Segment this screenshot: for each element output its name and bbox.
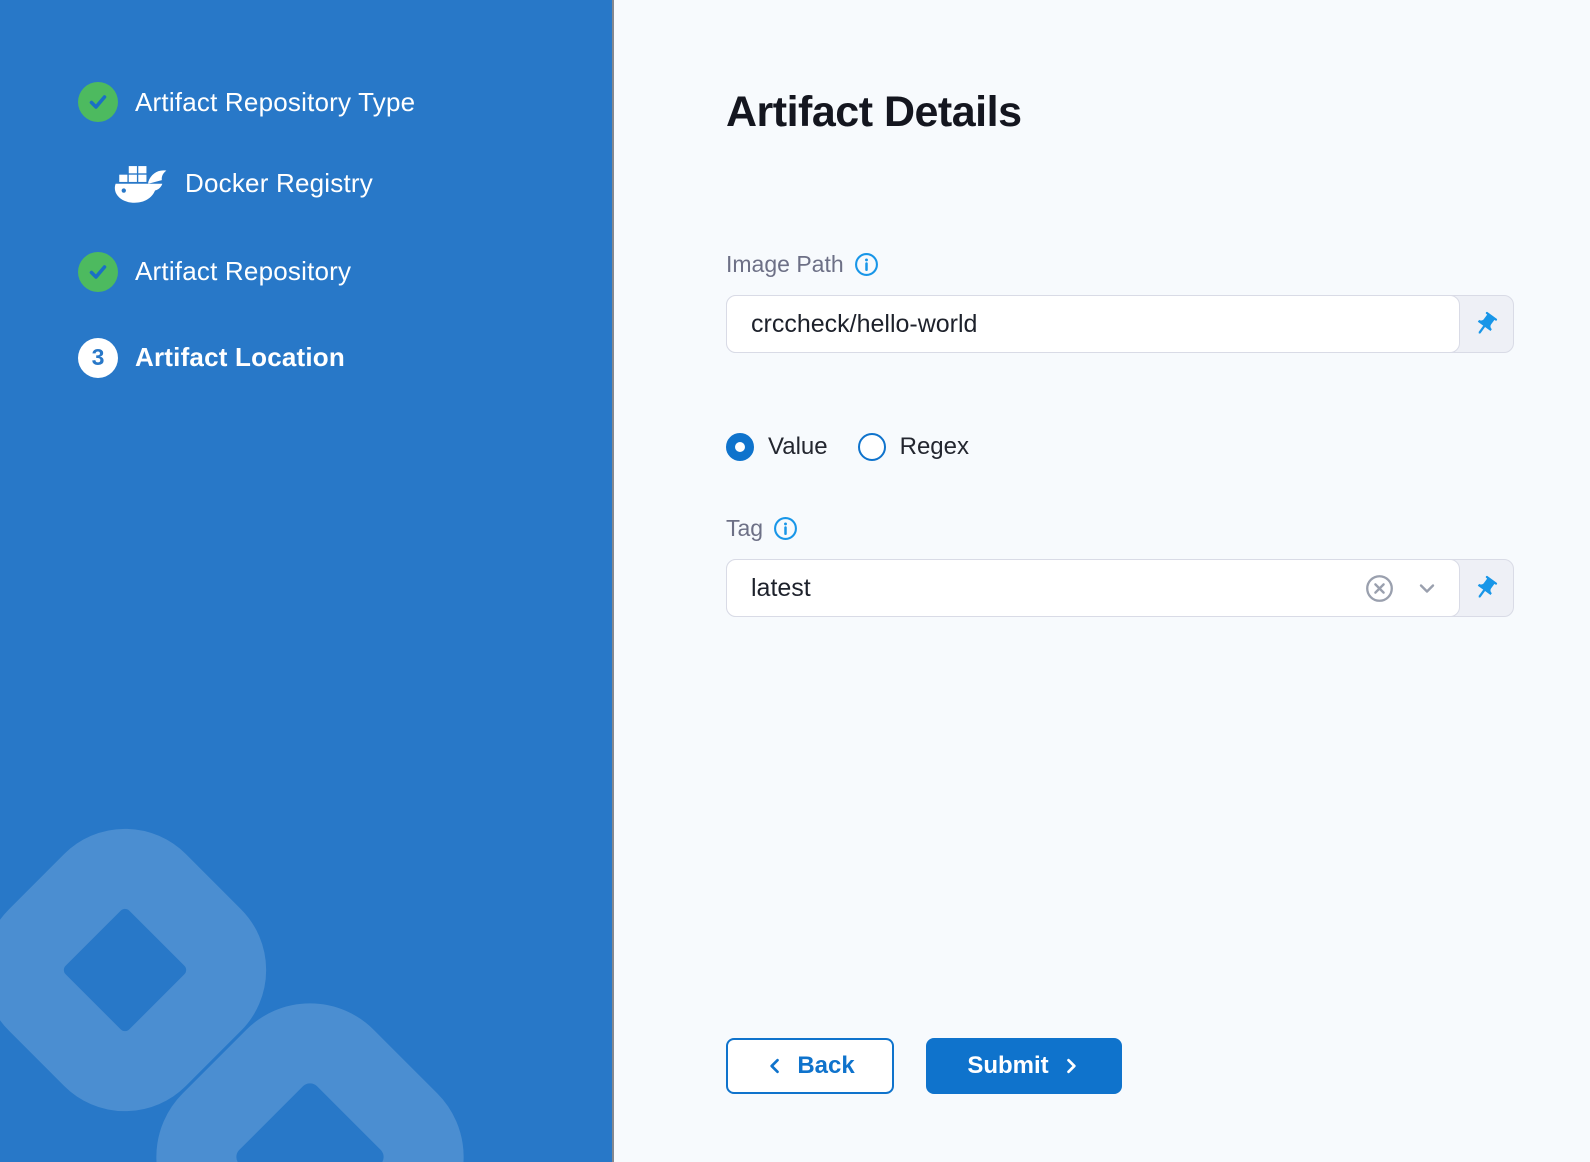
image-path-input[interactable] [751,310,1439,339]
radio-selected-icon[interactable] [726,433,754,461]
radio-unselected-icon[interactable] [858,433,886,461]
radio-value-label: Value [768,433,828,461]
tag-dropdown-button[interactable] [1415,576,1439,600]
tag-label: Tag [726,515,763,542]
image-path-input-group [726,295,1514,353]
chevron-left-icon [765,1055,785,1077]
page-title: Artifact Details [726,85,1590,139]
step-label-current: Artifact Location [135,342,345,373]
chevron-right-icon [1061,1055,1081,1077]
step-number-badge: 3 [78,338,118,378]
substep-label: Docker Registry [185,168,373,199]
submit-button[interactable]: Submit [926,1038,1122,1094]
tag-clear-button[interactable] [1364,573,1395,604]
image-path-field [726,295,1460,353]
docker-whale-icon [112,162,170,206]
tag-field [726,559,1460,617]
match-type-radio-group: Value Regex [726,433,1590,461]
pushpin-icon [1466,569,1504,607]
harness-logo-watermark [0,802,500,1162]
image-path-label: Image Path [726,251,844,278]
check-icon [86,260,110,284]
tag-label-row: Tag [726,515,1590,542]
artifact-details-panel: Artifact Details Image Path Value Regex [614,0,1590,1162]
tag-input-group [726,559,1514,617]
info-icon[interactable] [854,252,879,277]
wizard-actions: Back Submit [726,1038,1590,1094]
sidebar-step-artifact-repository[interactable]: Artifact Repository [78,252,582,292]
back-button-label: Back [797,1052,854,1080]
tag-input[interactable] [751,574,1344,603]
image-path-label-row: Image Path [726,251,1590,278]
sidebar-substep-docker-registry: Docker Registry [112,162,582,206]
wizard-sidebar: Artifact Repository Type Docker Registry… [0,0,614,1162]
image-path-pin-button[interactable] [1459,296,1511,352]
step-complete-badge [78,252,118,292]
sidebar-step-artifact-location: 3 Artifact Location [78,338,582,378]
chevron-down-icon [1415,576,1439,600]
pushpin-icon [1466,305,1504,343]
sidebar-step-artifact-repository-type[interactable]: Artifact Repository Type [78,82,582,122]
info-icon[interactable] [773,516,798,541]
step-complete-badge [78,82,118,122]
step-label: Artifact Repository [135,256,351,287]
radio-regex-label: Regex [900,433,969,461]
radio-option-value[interactable]: Value [726,433,828,461]
radio-option-regex[interactable]: Regex [858,433,969,461]
step-label: Artifact Repository Type [135,87,415,118]
back-button[interactable]: Back [726,1038,894,1094]
submit-button-label: Submit [967,1052,1048,1080]
tag-pin-button[interactable] [1459,560,1511,616]
check-icon [86,90,110,114]
clear-circle-icon [1364,573,1395,604]
